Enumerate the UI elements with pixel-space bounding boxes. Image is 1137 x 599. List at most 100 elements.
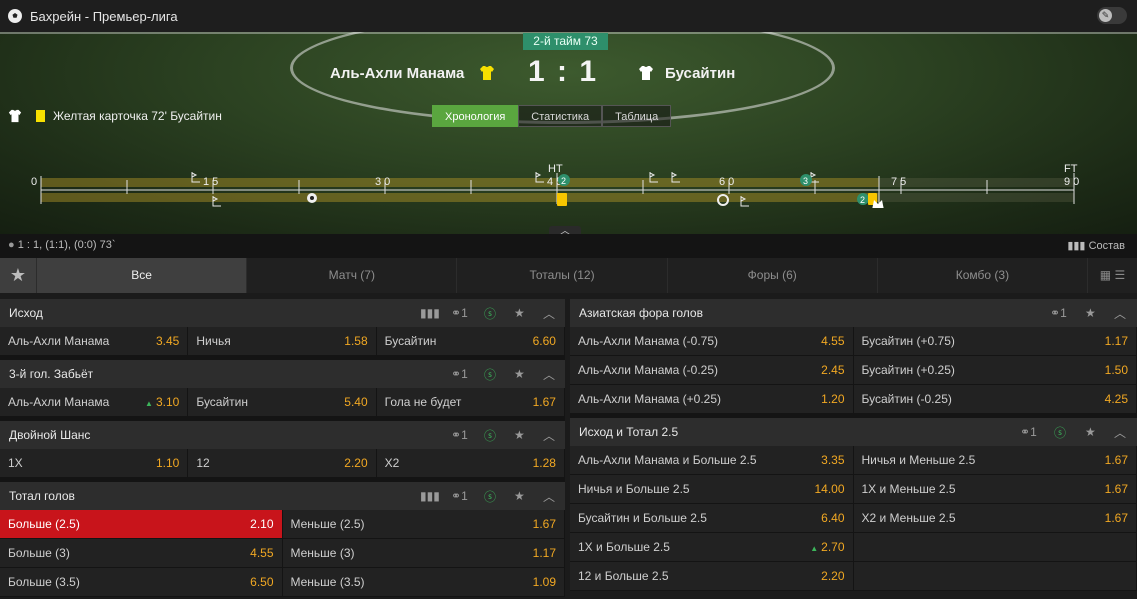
lineups-link[interactable]: ▮▮▮ Состав [1067, 239, 1125, 252]
selection-name: Ничья [196, 334, 231, 348]
selection-name: Больше (2.5) [8, 517, 80, 531]
favorite-star-icon[interactable]: ★ [514, 299, 525, 327]
link-icon[interactable]: ⚭ 1 [451, 299, 468, 327]
odds-cell[interactable]: Аль-Ахли Манама 3.45 [0, 327, 189, 355]
odds-value: 4.55 [821, 334, 845, 348]
odds-cell[interactable]: 1X и Меньше 2.5 1.67 [854, 475, 1137, 503]
tab-match[interactable]: Матч (7) [246, 258, 457, 293]
odds-cell[interactable]: Ничья 1.58 [188, 327, 377, 355]
odds-cell[interactable]: Бусайтин 5.40 [188, 388, 377, 416]
top-bar: Бахрейн - Премьер-лига ✎ [0, 0, 1137, 32]
odds-cell[interactable]: Аль-Ахли Манама и Больше 2.5 3.35 [570, 446, 854, 474]
selection-name: Аль-Ахли Манама (+0.25) [578, 392, 722, 406]
odds-cell[interactable]: Бусайтин (+0.25) 1.50 [854, 356, 1137, 384]
cashout-icon[interactable]: ⓢ [484, 421, 496, 449]
odds-cell[interactable]: Аль-Ахли Манама (-0.75) 4.55 [570, 327, 854, 355]
favorite-star-icon[interactable]: ★ [514, 360, 525, 388]
odds-cell-selected[interactable]: Больше (2.5) 2.10 [0, 510, 283, 538]
empty-cell [853, 533, 1137, 561]
odds-cell[interactable]: X2 1.28 [377, 449, 565, 477]
cashout-icon[interactable]: ⓢ [484, 360, 496, 388]
market-header-third-goal[interactable]: 3-й гол. Забьёт ⚭ 1 ⓢ ★ ︿ [0, 360, 565, 388]
odds-cell[interactable]: Ничья и Меньше 2.5 1.67 [854, 446, 1137, 474]
odds-cell[interactable]: Больше (3.5) 6.50 [0, 568, 283, 596]
pin-toggle[interactable]: ✎ [1097, 7, 1127, 24]
market-row: Бусайтин и Больше 2.5 6.40 X2 и Меньше 2.… [570, 504, 1137, 533]
odds-cell[interactable]: Бусайтин 6.60 [377, 327, 565, 355]
odds-cell[interactable]: Меньше (3) 1.17 [283, 539, 565, 567]
cashout-icon[interactable]: ⓢ [484, 482, 496, 510]
favorite-star-icon[interactable]: ★ [514, 421, 525, 449]
odds-cell[interactable]: Больше (3) 4.55 [0, 539, 283, 567]
market-row: Аль-Ахли Манама (+0.25) 1.20 Бусайтин (-0… [570, 385, 1137, 414]
odds-cell[interactable]: Аль-Ахли Манама ▲ 3.10 [0, 388, 189, 416]
list-view-icon[interactable]: ☰ [1114, 268, 1125, 282]
collapse-icon[interactable]: ︿ [543, 299, 555, 327]
stats-icon[interactable]: ▮▮▮ [420, 482, 440, 510]
grid-view-icon[interactable]: ▦ [1100, 268, 1111, 282]
odds-cell[interactable]: X2 и Меньше 2.5 1.67 [854, 504, 1137, 532]
link-icon[interactable]: ⚭ 1 [451, 482, 468, 510]
link-icon[interactable]: ⚭ 1 [451, 360, 468, 388]
empty-cell [853, 562, 1137, 590]
odds-cell[interactable]: Бусайтин (+0.75) 1.17 [854, 327, 1137, 355]
odds-cell[interactable]: Бусайтин и Больше 2.5 6.40 [570, 504, 854, 532]
selection-name: Бусайтин (+0.75) [861, 334, 955, 348]
tick-label-15: 1 5 [203, 176, 218, 188]
link-icon[interactable]: ⚭ 1 [1020, 418, 1037, 446]
football-icon [8, 9, 22, 23]
cashout-icon[interactable]: ⓢ [1054, 418, 1066, 446]
tab-combo[interactable]: Комбо (3) [876, 258, 1088, 293]
tab-all[interactable]: Все [36, 258, 247, 293]
odds-value: 1.67 [532, 395, 556, 409]
tab-totals[interactable]: Тоталы (12) [456, 258, 667, 293]
market-header-outcome[interactable]: Исход ▮▮▮ ⚭ 1 ⓢ ★ ︿ [0, 299, 565, 327]
odds-value: 4.25 [1104, 392, 1128, 406]
collapse-icon[interactable]: ︿ [1114, 299, 1126, 327]
link-icon[interactable]: ⚭ 1 [1050, 299, 1067, 327]
tick-label-75: 7 5 [891, 176, 906, 188]
stats-icon[interactable]: ▮▮▮ [420, 299, 440, 327]
selection-name: Бусайтин и Больше 2.5 [578, 511, 707, 525]
selection-name: Бусайтин (+0.25) [861, 363, 955, 377]
odds-cell[interactable]: Меньше (2.5) 1.67 [283, 510, 565, 538]
cashout-icon[interactable]: ⓢ [484, 299, 496, 327]
timeline-away-rest [879, 193, 1074, 202]
favorite-star-icon[interactable]: ★ [1085, 299, 1096, 327]
link-icon[interactable]: ⚭ 1 [451, 421, 468, 449]
odds-cell[interactable]: Аль-Ахли Манама (-0.25) 2.45 [570, 356, 854, 384]
odds-cell[interactable]: Бусайтин (-0.25) 4.25 [854, 385, 1137, 413]
selection-name: Гола не будет [384, 395, 462, 409]
odds-value: 14.00 [814, 482, 845, 496]
tick-label-60: 6 0 [719, 176, 734, 188]
odds-cell[interactable]: Ничья и Больше 2.5 14.00 [570, 475, 854, 503]
selection-name: Ничья и Меньше 2.5 [861, 453, 976, 467]
odds-cell[interactable]: 1X 1.10 [0, 449, 189, 477]
market-header-outcome-total[interactable]: Исход и Тотал 2.5 ⚭ 1 ⓢ ★ ︿ [570, 418, 1137, 446]
scoreline: 1 : 1 [528, 55, 598, 89]
selection-name: Бусайтин [196, 395, 249, 409]
favorite-star-icon[interactable]: ★ [514, 482, 525, 510]
odds-cell[interactable]: Меньше (3.5) 1.09 [283, 568, 565, 596]
layout-toggle[interactable]: ▦ ☰ [1087, 258, 1137, 293]
odds-cell[interactable]: 1X и Больше 2.5 ▲ 2.70 [570, 533, 854, 561]
timeline-home-rest [879, 178, 1074, 187]
count-badge-72-value: 2 [860, 195, 865, 205]
odds-cell[interactable]: 12 2.20 [188, 449, 377, 477]
favorite-star-icon[interactable]: ★ [1085, 418, 1096, 446]
link-count: 1 [461, 306, 468, 320]
away-jersey-icon [639, 66, 653, 80]
market-header-double-chance[interactable]: Двойной Шанс ⚭ 1 ⓢ ★ ︿ [0, 421, 565, 449]
tab-handicaps[interactable]: Форы (6) [666, 258, 877, 293]
market-header-asian-handicap[interactable]: Азиатская фора голов ⚭ 1 ★ ︿ [570, 299, 1137, 327]
odds-cell[interactable]: 12 и Больше 2.5 2.20 [570, 562, 854, 590]
collapse-icon[interactable]: ︿ [543, 421, 555, 449]
collapse-icon[interactable]: ︿ [543, 482, 555, 510]
collapse-icon[interactable]: ︿ [1114, 418, 1126, 446]
odds-value: 2.10 [250, 517, 274, 531]
market-header-total-goals[interactable]: Тотал голов ▮▮▮ ⚭ 1 ⓢ ★ ︿ [0, 482, 565, 510]
favorites-star-icon[interactable]: ★ [0, 258, 36, 293]
odds-cell[interactable]: Аль-Ахли Манама (+0.25) 1.20 [570, 385, 854, 413]
collapse-icon[interactable]: ︿ [543, 360, 555, 388]
odds-cell[interactable]: Гола не будет 1.67 [377, 388, 565, 416]
